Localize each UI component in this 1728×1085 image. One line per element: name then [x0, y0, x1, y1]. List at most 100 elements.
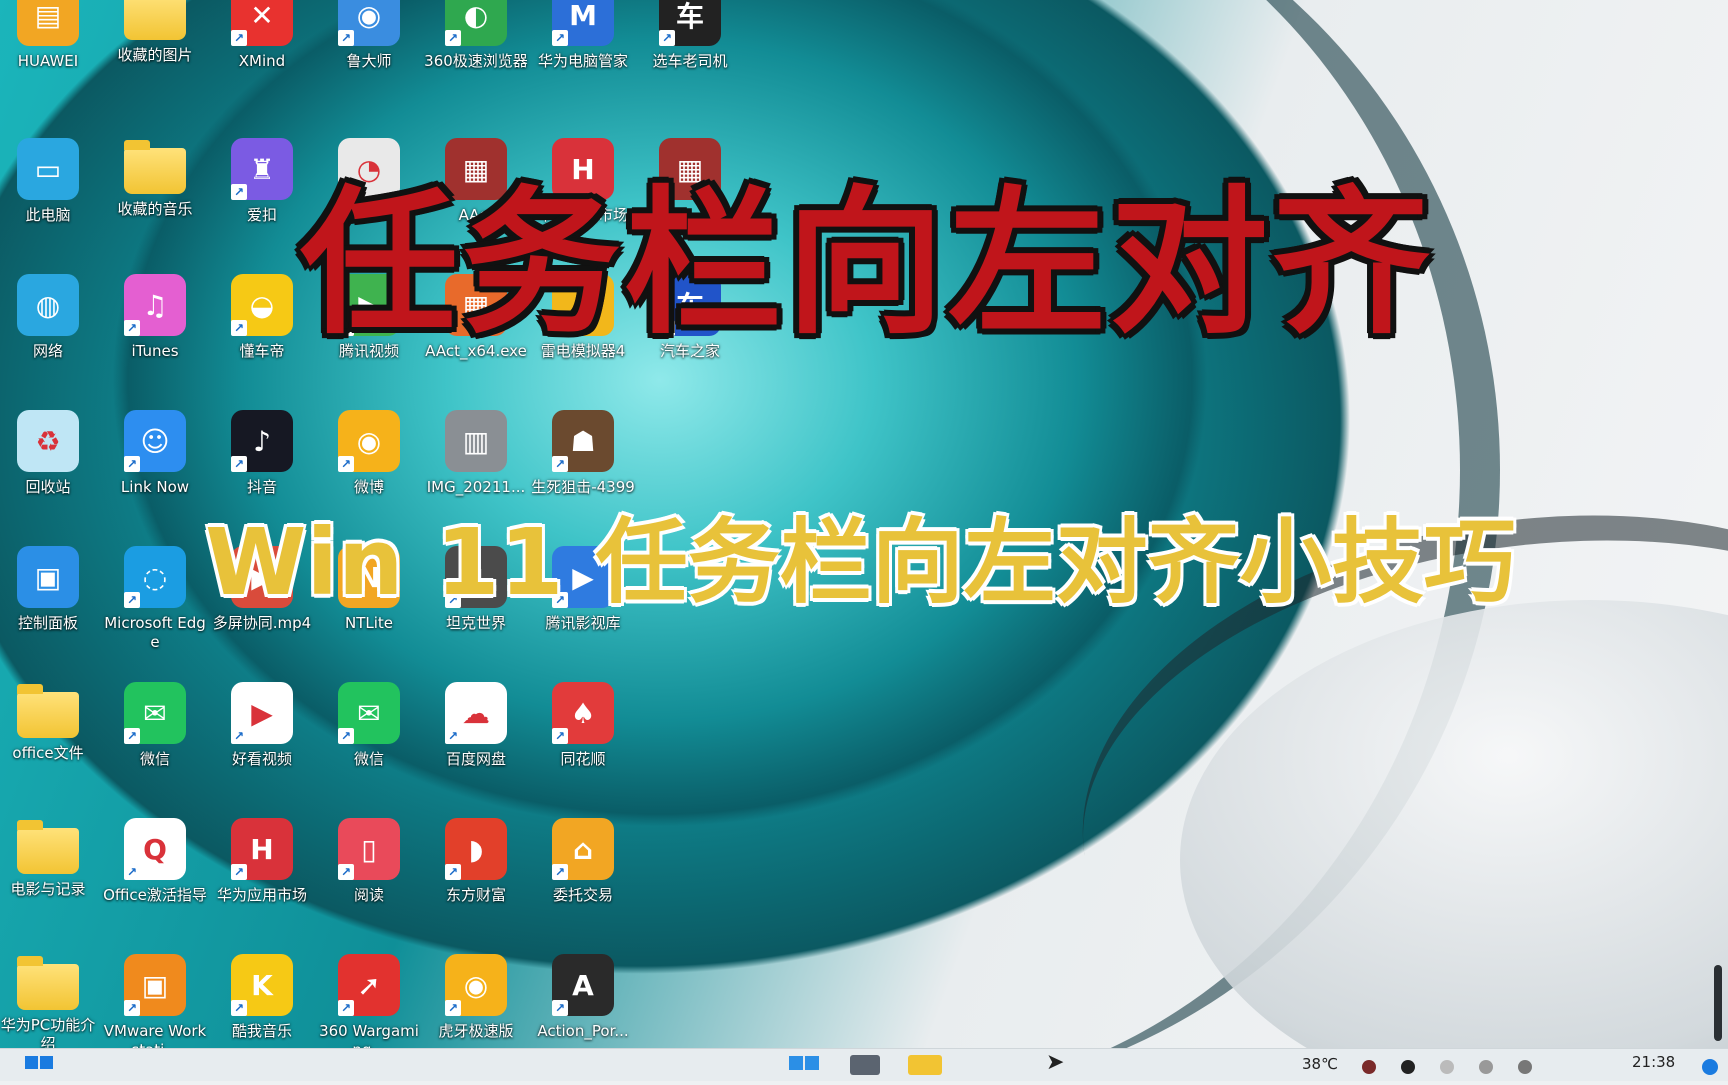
- desktop-icon-label: 东方财富: [445, 886, 506, 904]
- app-icon: ➚ ↗: [338, 954, 400, 1016]
- file-explorer-icon[interactable]: [908, 1055, 942, 1075]
- desktop-icon[interactable]: ⌂ ↗ 委托交易: [530, 818, 636, 948]
- desktop-icon[interactable]: Q ↗ Office激活指导: [102, 818, 208, 948]
- desktop-icon[interactable]: ▯ ↗ 阅读: [316, 818, 422, 948]
- desktop-icon-label: 虎牙极速版: [438, 1022, 514, 1040]
- desktop-icon[interactable]: 收藏的图片: [102, 0, 208, 114]
- notification-icon[interactable]: [1702, 1059, 1718, 1075]
- desktop-icon[interactable]: ▭ 此电脑: [0, 138, 101, 268]
- battery-icon[interactable]: [1518, 1060, 1533, 1074]
- shortcut-arrow-icon: ↗: [338, 456, 354, 472]
- tray-app-icon[interactable]: [1362, 1060, 1376, 1074]
- shortcut-arrow-icon: ↗: [445, 1000, 461, 1016]
- app-icon: ▣: [17, 546, 79, 608]
- scrollbar-thumb[interactable]: [1714, 965, 1722, 1041]
- shortcut-arrow-icon: ↗: [338, 728, 354, 744]
- shortcut-arrow-icon: ↗: [445, 30, 461, 46]
- desktop-icon[interactable]: H ↗ 华为应用市场: [209, 818, 315, 948]
- app-icon: ◉ ↗: [445, 954, 507, 1016]
- desktop-icon[interactable]: ◌ ↗ Microsoft Edge: [102, 546, 208, 676]
- overlay-subtitle: Win 11 任务栏向左对齐小技巧: [205, 509, 1516, 616]
- shortcut-arrow-icon: ↗: [231, 320, 247, 336]
- shortcut-arrow-icon: ↗: [231, 30, 247, 46]
- tray-app-icon[interactable]: [1401, 1060, 1416, 1074]
- desktop-icon[interactable]: ♠ ↗ 同花顺: [530, 682, 636, 812]
- desktop-icon-label: Action_Por...: [537, 1022, 629, 1040]
- app-icon: Q ↗: [124, 818, 186, 880]
- shortcut-arrow-icon: ↗: [231, 456, 247, 472]
- app-icon: ☁ ↗: [445, 682, 507, 744]
- folder-icon: [17, 956, 79, 1010]
- desktop-icon-label: 电影与记录: [10, 880, 86, 898]
- desktop-icon-label: 酷我音乐: [231, 1022, 292, 1040]
- weather-temperature[interactable]: 38℃: [1302, 1055, 1338, 1081]
- start-button[interactable]: [24, 1055, 54, 1081]
- desktop-icon-label: 收藏的音乐: [117, 200, 193, 218]
- desktop-icon[interactable]: ▤ HUAWEI: [0, 0, 101, 114]
- folder-icon: [124, 140, 186, 194]
- app-icon: ◍: [17, 274, 79, 336]
- desktop-icon[interactable]: ✉ ↗ 微信: [316, 682, 422, 812]
- shortcut-arrow-icon: ↗: [659, 30, 675, 46]
- desktop-icon[interactable]: M ↗ 华为电脑管家: [530, 0, 636, 114]
- desktop-icon-label: 360 Wargaming...: [319, 1022, 419, 1048]
- desktop-icon-label: 选车老司机: [652, 52, 728, 70]
- desktop-icon[interactable]: ▶ ↗ 好看视频: [209, 682, 315, 812]
- desktop-icon[interactable]: 收藏的音乐: [102, 138, 208, 268]
- overlay-title: 任务栏向左对齐: [300, 172, 1434, 356]
- task-view-icon[interactable]: [850, 1055, 880, 1075]
- desktop-icon[interactable]: ▣↗ VMware Workstati...: [102, 954, 208, 1048]
- desktop-icon[interactable]: ◍ 网络: [0, 274, 101, 404]
- folder-icon: [17, 684, 79, 738]
- shortcut-arrow-icon: ↗: [124, 320, 140, 336]
- app-icon: ▯ ↗: [338, 818, 400, 880]
- wifi-icon[interactable]: [1440, 1060, 1455, 1074]
- app-icon: ◗ ↗: [445, 818, 507, 880]
- desktop-icon[interactable]: 华为PC功能介绍: [0, 954, 101, 1048]
- app-icon: ☗ ↗: [552, 410, 614, 472]
- desktop-icon[interactable]: ✕ ↗ XMind: [209, 0, 315, 114]
- desktop-icon[interactable]: ◗ ↗ 东方财富: [423, 818, 529, 948]
- desktop-icon[interactable]: ☁ ↗ 百度网盘: [423, 682, 529, 812]
- windows-logo-icon[interactable]: [788, 1055, 820, 1081]
- app-icon: ◐ ↗: [445, 0, 507, 46]
- desktop-icon-label: 收藏的图片: [117, 46, 193, 64]
- desktop-icon[interactable]: ➚↗ 360 Wargaming...: [316, 954, 422, 1048]
- desktop-icon-label: 阅读: [353, 886, 384, 904]
- app-icon: ◌ ↗: [124, 546, 186, 608]
- desktop-icon[interactable]: ♻ 回收站: [0, 410, 101, 540]
- desktop-icon-label: 网络: [32, 342, 63, 360]
- shortcut-arrow-icon: ↗: [338, 30, 354, 46]
- desktop-icon[interactable]: ◉ ↗ 虎牙极速版: [423, 954, 529, 1048]
- desktop-icon-label: VMware Workstati...: [103, 1022, 207, 1048]
- desktop-icon[interactable]: 车 ↗ 选车老司机: [637, 0, 743, 114]
- app-icon: ◉ ↗: [338, 410, 400, 472]
- app-icon: A ↗: [552, 954, 614, 1016]
- desktop-icon-label: Microsoft Edge: [104, 614, 206, 651]
- app-icon: ♠ ↗: [552, 682, 614, 744]
- desktop-icon-label: iTunes: [131, 342, 179, 360]
- desktop-icon[interactable]: ▣ 控制面板: [0, 546, 101, 676]
- app-icon: ♪ ↗: [231, 410, 293, 472]
- app-icon: ♻: [17, 410, 79, 472]
- taskbar-clock[interactable]: 21:38: [1632, 1053, 1675, 1079]
- volume-icon[interactable]: [1479, 1060, 1494, 1074]
- desktop-icon[interactable]: ◐ ↗ 360极速浏览器: [423, 0, 529, 114]
- desktop-icon[interactable]: A ↗ Action_Por...: [530, 954, 636, 1048]
- desktop-icon[interactable]: ◉ ↗ 鲁大师: [316, 0, 422, 114]
- desktop-icon[interactable]: ♫ ↗ iTunes: [102, 274, 208, 404]
- app-icon: ▣ ↗: [124, 954, 186, 1016]
- folder-icon: [17, 820, 79, 874]
- desktop-icon-label: 微信: [139, 750, 170, 768]
- desktop-icon-label: Office激活指导: [103, 886, 207, 904]
- desktop-icon[interactable]: ☺ ↗ Link Now: [102, 410, 208, 540]
- desktop-icon[interactable]: K ↗ 酷我音乐: [209, 954, 315, 1048]
- desktop-icon[interactable]: office文件: [0, 682, 101, 812]
- app-icon: K ↗: [231, 954, 293, 1016]
- desktop-icon[interactable]: ✉ ↗ 微信: [102, 682, 208, 812]
- desktop-icon[interactable]: 电影与记录: [0, 818, 101, 948]
- app-icon: ✉ ↗: [124, 682, 186, 744]
- system-tray[interactable]: [1362, 1059, 1552, 1085]
- desktop-icon-label: 同花顺: [560, 750, 606, 768]
- app-icon: ☺ ↗: [124, 410, 186, 472]
